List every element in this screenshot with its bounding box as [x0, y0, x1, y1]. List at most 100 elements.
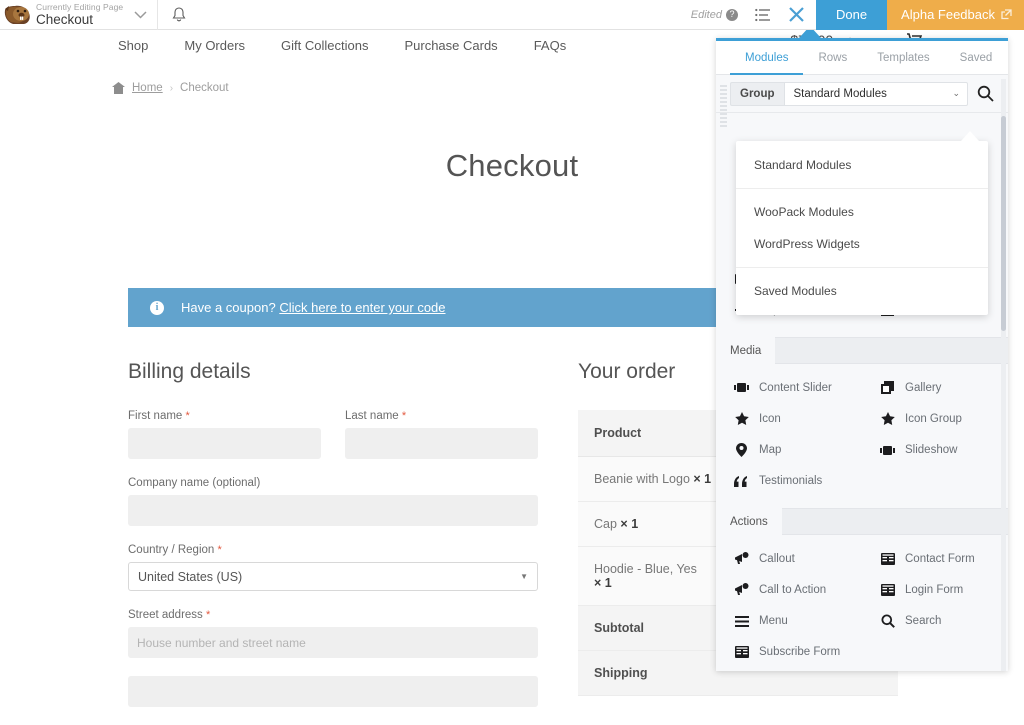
beaver-logo-icon[interactable]: [0, 0, 36, 30]
notifications-button[interactable]: [158, 0, 200, 30]
order-item-name: Beanie with Logo: [594, 472, 690, 486]
nav-item-purchase-cards[interactable]: Purchase Cards: [386, 38, 515, 53]
module-content-slider[interactable]: Content Slider: [716, 372, 862, 403]
order-item-qty: × 1: [620, 517, 638, 531]
star-icon: [734, 412, 749, 425]
panel-drag-handle[interactable]: [720, 85, 727, 131]
address-line-2-group: [128, 676, 538, 707]
tab-templates[interactable]: Templates: [862, 41, 944, 75]
builder-menu-toggle[interactable]: [123, 0, 157, 30]
dropdown-option-standard-modules[interactable]: Standard Modules: [736, 149, 988, 181]
module-group-media: Content Slider Gallery Icon Icon Group: [716, 364, 1008, 508]
company-name-input[interactable]: [128, 495, 538, 526]
table-icon: [734, 646, 749, 658]
close-x-icon[interactable]: [778, 0, 816, 30]
breadcrumb-separator: ›: [170, 83, 173, 94]
star-icon: [880, 412, 895, 425]
nav-item-shop[interactable]: Shop: [100, 38, 166, 53]
module-group-title: Actions: [716, 508, 782, 535]
order-item-qty: × 1: [594, 576, 612, 590]
billing-details-section: Billing details First name * Last name *…: [128, 360, 538, 725]
module-icon[interactable]: Icon: [716, 403, 862, 434]
tab-saved[interactable]: Saved: [945, 41, 1008, 75]
hamburger-icon: [734, 616, 749, 627]
nav-item-faqs[interactable]: FAQs: [516, 38, 585, 53]
module-menu[interactable]: Menu: [716, 605, 862, 637]
coupon-message: Have a coupon? Click here to enter your …: [181, 300, 446, 315]
module-group-header-media: Media: [716, 337, 1008, 364]
group-filter-value: Standard Modules: [794, 88, 887, 100]
street-address-input[interactable]: [128, 627, 538, 658]
module-label: Search: [905, 615, 941, 627]
group-filter-dropdown: Standard Modules WooPack Modules WordPre…: [736, 141, 988, 315]
order-item-name: Hoodie - Blue, Yes: [594, 562, 697, 576]
module-label: Login Form: [905, 584, 963, 596]
module-testimonials[interactable]: Testimonials: [716, 466, 862, 496]
coupon-link[interactable]: Click here to enter your code: [279, 300, 445, 315]
module-contact-form[interactable]: Contact Form: [862, 543, 1008, 574]
search-icon: [880, 614, 895, 628]
country-region-label: Country / Region *: [128, 544, 538, 556]
tab-rows[interactable]: Rows: [803, 41, 862, 75]
order-item-name: Cap: [594, 517, 617, 531]
module-label: Call to Action: [759, 584, 826, 596]
module-label: Content Slider: [759, 382, 832, 394]
module-login-form[interactable]: Login Form: [862, 574, 1008, 605]
question-mark-icon[interactable]: ?: [726, 9, 738, 21]
megaphone-icon: [734, 552, 749, 565]
group-filter-select[interactable]: Standard Modules ⌄: [784, 82, 969, 106]
last-name-input[interactable]: [345, 428, 538, 459]
module-subscribe-form[interactable]: Subscribe Form: [716, 637, 862, 667]
tab-modules[interactable]: Modules: [730, 41, 803, 75]
nav-item-gift-collections[interactable]: Gift Collections: [263, 38, 386, 53]
table-icon: [880, 553, 895, 565]
module-call-to-action[interactable]: Call to Action: [716, 574, 862, 605]
external-link-icon: [1001, 9, 1012, 20]
dropdown-option-wordpress-widgets[interactable]: WordPress Widgets: [736, 228, 988, 260]
module-label: Icon Group: [905, 413, 962, 425]
panel-tabs: Modules Rows Templates Saved: [716, 41, 1008, 75]
order-item-qty: × 1: [693, 472, 711, 486]
panel-scrollbar-thumb[interactable]: [1001, 116, 1006, 331]
first-name-input[interactable]: [128, 428, 321, 459]
name-fields-row: First name * Last name *: [128, 410, 538, 459]
builder-page-title-block: Currently Editing Page Checkout: [36, 0, 123, 30]
module-slideshow[interactable]: Slideshow: [862, 434, 1008, 466]
dropdown-nub: [961, 131, 979, 141]
module-icon-group[interactable]: Icon Group: [862, 403, 1008, 434]
chevron-down-icon: ⌄: [952, 88, 960, 99]
outline-list-button[interactable]: [748, 0, 778, 30]
dropdown-option-saved-modules[interactable]: Saved Modules: [736, 275, 988, 307]
billing-heading: Billing details: [128, 360, 538, 384]
first-name-group: First name *: [128, 410, 321, 459]
quote-icon: [734, 476, 749, 487]
home-icon: [112, 82, 125, 94]
map-pin-icon: [734, 443, 749, 457]
dropdown-divider: [736, 188, 988, 189]
module-group-filter: Group Standard Modules ⌄: [716, 75, 1008, 113]
table-icon: [880, 584, 895, 596]
module-label: Gallery: [905, 382, 941, 394]
nav-item-my-orders[interactable]: My Orders: [166, 38, 263, 53]
done-button[interactable]: Done: [816, 0, 887, 30]
dropdown-divider: [736, 267, 988, 268]
module-callout[interactable]: Callout: [716, 543, 862, 574]
address-line-2-input[interactable]: [128, 676, 538, 707]
builder-modules-panel: Modules Rows Templates Saved Group Stand…: [716, 38, 1008, 671]
editing-page-name: Checkout: [36, 13, 123, 27]
last-name-group: Last name *: [345, 410, 538, 459]
module-search-button[interactable]: [968, 75, 1002, 113]
module-label: Menu: [759, 615, 788, 627]
alpha-feedback-button[interactable]: Alpha Feedback: [887, 0, 1024, 30]
module-label: Callout: [759, 553, 795, 565]
module-gallery[interactable]: Gallery: [862, 372, 1008, 403]
module-map[interactable]: Map: [716, 434, 862, 466]
breadcrumb-home-link[interactable]: Home: [132, 82, 163, 94]
module-label: Subscribe Form: [759, 646, 840, 658]
chevron-down-icon: ▼: [520, 572, 528, 581]
country-region-select[interactable]: United States (US) ▼: [128, 562, 538, 591]
module-search[interactable]: Search: [862, 605, 1008, 637]
dropdown-option-woopack-modules[interactable]: WooPack Modules: [736, 196, 988, 228]
required-asterisk: *: [402, 410, 406, 422]
module-group-header-actions: Actions: [716, 508, 1008, 535]
